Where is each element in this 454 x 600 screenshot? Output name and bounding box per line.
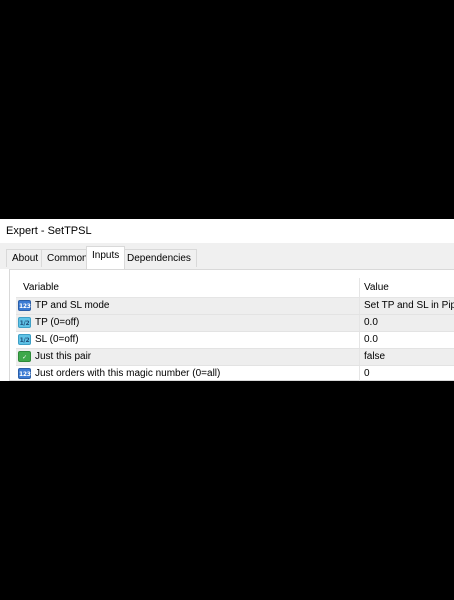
integer-type-icon: 123 [18, 300, 31, 311]
value-cell[interactable]: false [359, 349, 454, 365]
inputs-panel: Variable Value 123 TP and SL mode Set TP… [9, 269, 454, 381]
table-row[interactable]: 1/2 TP (0=off) 0.0 [16, 315, 454, 332]
expert-properties-dialog: Expert - SetTPSL About Common Inputs Dep… [0, 219, 454, 381]
tab-inputs[interactable]: Inputs [86, 246, 126, 269]
grid-header: Variable Value [16, 278, 454, 298]
table-row[interactable]: 123 TP and SL mode Set TP and SL in Pips [16, 298, 454, 315]
double-type-icon: 1/2 [18, 334, 31, 345]
value-cell[interactable]: 0 [359, 366, 454, 381]
table-row[interactable]: ✓ Just this pair false [16, 349, 454, 366]
variable-name: Just this pair [35, 351, 92, 362]
variable-column-header[interactable]: Variable [16, 278, 359, 297]
table-row[interactable]: 123 Just orders with this magic number (… [16, 366, 454, 381]
value-column-header[interactable]: Value [359, 278, 454, 297]
double-type-icon: 1/2 [18, 317, 31, 328]
tab-bar: About Common Inputs Dependencies [0, 243, 454, 269]
variable-name: Just orders with this magic number (0=al… [35, 368, 221, 379]
value-cell[interactable]: Set TP and SL in Pips [359, 298, 454, 314]
value-cell[interactable]: 0.0 [359, 315, 454, 331]
variable-name: TP and SL mode [35, 300, 110, 311]
boolean-type-icon: ✓ [18, 351, 31, 362]
variable-name: TP (0=off) [35, 317, 80, 328]
variable-name: SL (0=off) [35, 334, 79, 345]
tab-about[interactable]: About [6, 249, 45, 267]
value-cell[interactable]: 0.0 [359, 332, 454, 348]
window-title: Expert - SetTPSL [0, 219, 454, 243]
tab-dependencies[interactable]: Dependencies [121, 249, 197, 267]
integer-type-icon: 123 [18, 368, 31, 379]
screen: Expert - SetTPSL About Common Inputs Dep… [0, 0, 454, 600]
table-row[interactable]: 1/2 SL (0=off) 0.0 [16, 332, 454, 349]
inputs-grid: Variable Value 123 TP and SL mode Set TP… [16, 278, 454, 381]
